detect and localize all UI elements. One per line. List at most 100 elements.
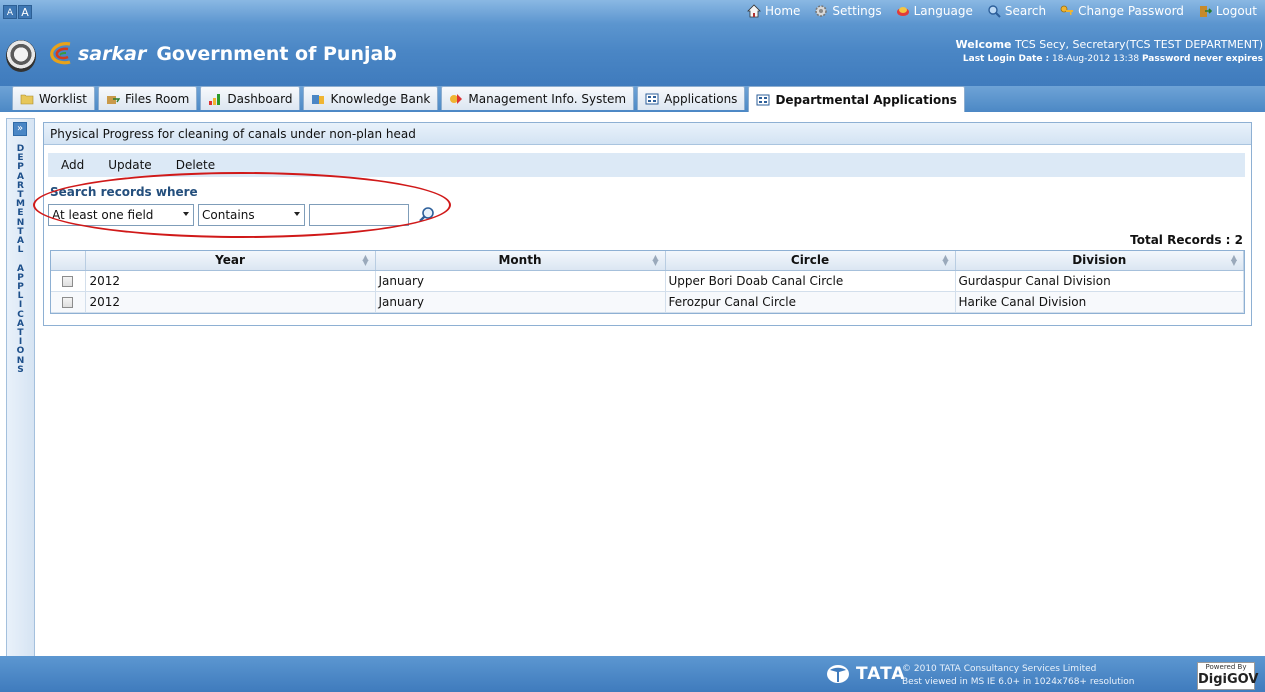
digigov-badge: Powered By DigiGOV: [1197, 662, 1259, 690]
tab-applications[interactable]: Applications: [637, 86, 746, 110]
copyright: © 2010 TATA Consultancy Services Limited: [902, 664, 1097, 674]
folder-icon: [20, 94, 34, 104]
tab-worklist[interactable]: Worklist: [12, 86, 96, 110]
logout-icon: [1199, 6, 1212, 17]
password-status: Password never expires: [1141, 54, 1263, 64]
copyright-text: © 2010 TATA Consultancy Services Limited…: [902, 663, 1135, 689]
row-checkbox[interactable]: [62, 296, 74, 308]
tab-departmental-applications[interactable]: Departmental Applications: [748, 86, 965, 112]
search-link[interactable]: Search: [987, 4, 1046, 18]
book-icon: [312, 94, 325, 104]
best-viewed-note: Best viewed in MS IE 6.0+ in 1024x768+ r…: [902, 677, 1135, 687]
column-label: Division: [1072, 253, 1127, 268]
column-header-division[interactable]: Division ▲ ▼: [955, 251, 1244, 271]
bar-chart-icon: [209, 93, 221, 105]
sidebar-expand-button[interactable]: »: [13, 122, 27, 136]
logout-label: Logout: [1215, 4, 1257, 18]
last-login-label: Last Login Date :: [962, 54, 1050, 64]
tab-files-room[interactable]: Files Room: [98, 86, 198, 110]
tab-label: Management Info. System: [468, 91, 627, 106]
brand: sarkar Government of Punjab: [48, 40, 397, 68]
select-all-header: [51, 251, 86, 271]
field-select[interactable]: At least one field: [48, 204, 194, 226]
records-panel: Physical Progress for cleaning of canals…: [43, 122, 1252, 326]
table-row[interactable]: 2012 January Ferozpur Canal Circle Harik…: [51, 291, 1244, 313]
font-small-button[interactable]: A: [3, 5, 17, 19]
row-checkbox[interactable]: [62, 275, 74, 287]
tab-label: Applications: [664, 91, 738, 106]
column-label: Year: [215, 253, 245, 268]
language-link[interactable]: Language: [896, 4, 973, 18]
cell-division: Harike Canal Division: [955, 291, 1244, 313]
gear-icon: [815, 5, 828, 17]
change-password-link[interactable]: Change Password: [1060, 4, 1184, 18]
operator-select-value: Contains: [202, 208, 255, 222]
key-icon: [1060, 5, 1074, 15]
field-select-value: At least one field: [52, 208, 154, 222]
search-label: Search: [1004, 4, 1047, 18]
emblem-logo: [6, 40, 36, 72]
main-tabs: Worklist Files Room Dashboard Knowledge …: [12, 86, 965, 112]
operator-select[interactable]: Contains: [198, 204, 305, 226]
search-icon: [988, 5, 1001, 18]
settings-link[interactable]: Settings: [814, 4, 882, 18]
grid-header-row: Year ▲ ▼ Month ▲ ▼ Circle ▲ ▼ Division ▲ ▼: [51, 251, 1244, 271]
tab-knowledge-bank[interactable]: Knowledge Bank: [303, 86, 439, 110]
sidebar-letter: S: [17, 364, 24, 375]
mis-icon: [450, 93, 463, 104]
cell-circle: Ferozpur Canal Circle: [665, 291, 956, 313]
applications-icon: [756, 94, 770, 105]
last-login-value: 18-Aug-2012 13:38: [1052, 54, 1140, 64]
tab-label: Knowledge Bank: [330, 91, 431, 106]
sort-icon: ▲ ▼: [652, 253, 659, 267]
delete-button[interactable]: Delete: [176, 158, 215, 172]
welcome-label: Welcome: [955, 38, 1012, 51]
applications-icon: [645, 93, 659, 104]
sidebar-vertical-label: DEPARTMENTAL APPLICATIONS: [7, 144, 34, 375]
welcome-user: TCS Secy, Secretary(TCS TEST DEPARTMENT): [1015, 38, 1263, 51]
powered-by-label: Powered By: [1205, 663, 1247, 671]
language-icon: [896, 7, 909, 16]
column-label: Circle: [790, 253, 830, 268]
digigov-wordmark: DigiGOV: [1198, 672, 1259, 687]
logout-link[interactable]: Logout: [1198, 4, 1257, 18]
departmental-applications-sidebar: » DEPARTMENTAL APPLICATIONS: [6, 118, 35, 658]
update-button[interactable]: Update: [108, 158, 151, 172]
change-password-label: Change Password: [1078, 4, 1184, 18]
tata-wordmark: TATA: [856, 664, 906, 684]
table-row[interactable]: 2012 January Upper Bori Doab Canal Circl…: [51, 270, 1244, 292]
esarkar-logo-icon: [50, 42, 71, 65]
site-title: Government of Punjab: [156, 43, 397, 65]
font-large-button[interactable]: A: [18, 5, 32, 19]
cell-year: 2012: [85, 291, 376, 313]
column-header-year[interactable]: Year ▲ ▼: [85, 251, 376, 271]
search-label: Search records where: [50, 185, 198, 199]
settings-label: Settings: [832, 4, 882, 18]
total-records: Total Records : 2: [1130, 233, 1243, 247]
search-icon[interactable]: [417, 205, 437, 225]
tab-label: Files Room: [125, 91, 190, 106]
files-icon: [107, 95, 121, 104]
tab-management-info-system[interactable]: Management Info. System: [441, 86, 635, 110]
home-icon: [747, 4, 761, 18]
records-grid: Year ▲ ▼ Month ▲ ▼ Circle ▲ ▼ Division ▲ ▼ 2012 …: [50, 250, 1245, 314]
record-toolbar: Add Update Delete: [48, 153, 1245, 177]
tata-emblem-icon: [827, 665, 849, 683]
add-button[interactable]: Add: [61, 158, 84, 172]
esarkar-wordmark: sarkar: [78, 43, 147, 65]
top-nav: Home Settings Language Search Change Pas…: [747, 4, 1257, 18]
sort-icon: ▲ ▼: [942, 253, 949, 267]
dropdown-arrow-icon: [294, 212, 300, 216]
column-header-circle[interactable]: Circle ▲ ▼: [665, 251, 956, 271]
tab-dashboard[interactable]: Dashboard: [200, 86, 301, 110]
sort-icon: ▲ ▼: [1230, 253, 1237, 267]
cell-month: January: [375, 291, 666, 313]
language-label: Language: [913, 4, 973, 18]
cell-circle: Upper Bori Doab Canal Circle: [665, 270, 956, 292]
column-header-month[interactable]: Month ▲ ▼: [375, 251, 666, 271]
font-size-switcher: A A: [3, 5, 32, 19]
home-link[interactable]: Home: [747, 4, 800, 18]
search-input[interactable]: [309, 204, 409, 226]
cell-month: January: [375, 270, 666, 292]
column-label: Month: [498, 253, 542, 268]
